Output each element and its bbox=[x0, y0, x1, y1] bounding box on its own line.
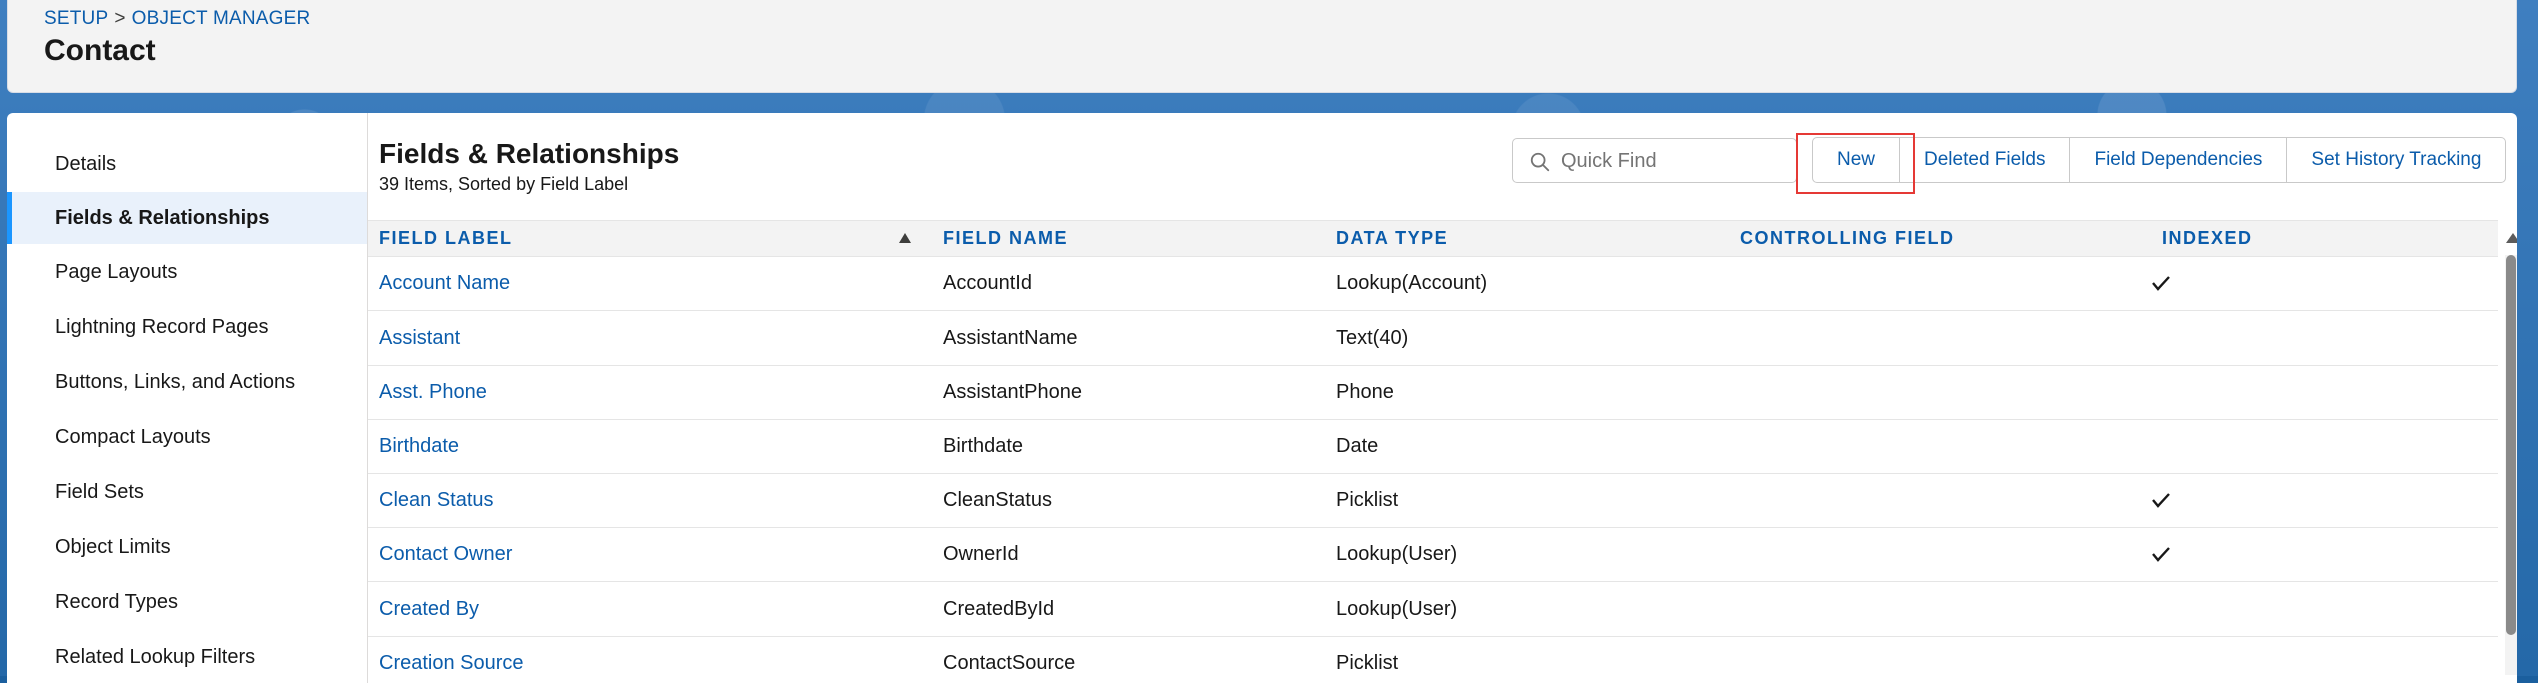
table-header: FIELD LABEL FIELD NAME DATA TYPE CONTROL… bbox=[368, 220, 2498, 257]
table-row: Birthdate Birthdate Date bbox=[368, 419, 2498, 474]
sidebar-item-related-lookup-filters[interactable]: Related Lookup Filters bbox=[7, 631, 367, 683]
table-row: Assistant AssistantName Text(40) bbox=[368, 311, 2498, 366]
field-label-link[interactable]: Assistant bbox=[379, 311, 460, 365]
data-type: Lookup(User) bbox=[1336, 543, 1458, 565]
table-row: Account Name AccountId Lookup(Account) bbox=[368, 256, 2498, 311]
search-icon bbox=[1530, 152, 1550, 172]
data-type: Date bbox=[1336, 435, 1379, 457]
set-history-tracking-button[interactable]: Set History Tracking bbox=[2286, 137, 2507, 183]
table-row: Clean Status CleanStatus Picklist bbox=[368, 473, 2498, 528]
vertical-scrollbar[interactable] bbox=[2505, 255, 2517, 675]
action-buttons: New Deleted Fields Field Dependencies Se… bbox=[1812, 137, 2507, 183]
sidebar-item-object-limits[interactable]: Object Limits bbox=[7, 521, 367, 573]
page-title: Contact bbox=[44, 34, 156, 67]
sidebar-item-label: Details bbox=[55, 153, 117, 175]
data-type: Lookup(User) bbox=[1336, 598, 1458, 620]
sidebar-item-label: Object Limits bbox=[55, 536, 171, 558]
column-header-indexed[interactable]: INDEXED bbox=[2162, 221, 2253, 256]
field-label-link[interactable]: Asst. Phone bbox=[379, 365, 487, 419]
field-name: OwnerId bbox=[943, 543, 1019, 565]
sidebar-item-field-sets[interactable]: Field Sets bbox=[7, 466, 367, 518]
field-label-link[interactable]: Contact Owner bbox=[379, 527, 512, 581]
sidebar-item-label: Buttons, Links, and Actions bbox=[55, 371, 296, 393]
column-header-field-name[interactable]: FIELD NAME bbox=[943, 221, 1068, 256]
quick-find-input[interactable] bbox=[1559, 139, 1793, 184]
data-type: Phone bbox=[1336, 381, 1394, 403]
sidebar-item-label: Compact Layouts bbox=[55, 426, 211, 448]
field-label-link[interactable]: Clean Status bbox=[379, 473, 494, 527]
breadcrumb-object-manager[interactable]: OBJECT MANAGER bbox=[132, 8, 311, 29]
deleted-fields-button[interactable]: Deleted Fields bbox=[1899, 137, 2071, 183]
field-name: CreatedById bbox=[943, 598, 1055, 620]
table-row: Asst. Phone AssistantPhone Phone bbox=[368, 365, 2498, 420]
sidebar-item-compact-layouts[interactable]: Compact Layouts bbox=[7, 411, 367, 463]
sort-ascending-icon[interactable] bbox=[899, 233, 911, 243]
object-header: SETUP > OBJECT MANAGER Contact bbox=[7, 0, 2517, 93]
checkmark-icon bbox=[2152, 493, 2170, 508]
item-count: 39 Items, Sorted by Field Label bbox=[379, 174, 629, 194]
field-name: AccountId bbox=[943, 272, 1032, 294]
sidebar-item-page-layouts[interactable]: Page Layouts bbox=[7, 246, 367, 298]
sidebar-item-record-types[interactable]: Record Types bbox=[7, 576, 367, 628]
sidebar-item-fields-relationships[interactable]: Fields & Relationships bbox=[7, 192, 367, 244]
field-label-link[interactable]: Created By bbox=[379, 582, 479, 636]
data-type: Lookup(Account) bbox=[1336, 272, 1488, 294]
field-name: AssistantPhone bbox=[943, 381, 1082, 403]
sidebar-item-lightning-record-pages[interactable]: Lightning Record Pages bbox=[7, 301, 367, 353]
breadcrumb-setup[interactable]: SETUP bbox=[44, 8, 108, 29]
fields-content: Fields & Relationships 39 Items, Sorted … bbox=[368, 113, 2517, 683]
section-title: Fields & Relationships bbox=[379, 138, 680, 169]
breadcrumb-separator: > bbox=[114, 8, 126, 29]
sidebar: Details Fields & Relationships Page Layo… bbox=[7, 113, 368, 683]
column-header-controlling-field[interactable]: CONTROLLING FIELD bbox=[1740, 221, 1954, 256]
checkmark-icon bbox=[2152, 547, 2170, 562]
quick-find-box[interactable] bbox=[1512, 138, 1797, 184]
sidebar-item-buttons-links-actions[interactable]: Buttons, Links, and Actions bbox=[7, 356, 367, 408]
table-row: Created By CreatedById Lookup(User) bbox=[368, 582, 2498, 637]
sidebar-item-label: Record Types bbox=[55, 591, 179, 613]
data-type: Text(40) bbox=[1336, 327, 1409, 349]
main-panel: Details Fields & Relationships Page Layo… bbox=[7, 113, 2517, 683]
sidebar-item-label: Page Layouts bbox=[55, 261, 178, 283]
breadcrumb: SETUP > OBJECT MANAGER bbox=[44, 8, 310, 30]
sidebar-item-label: Related Lookup Filters bbox=[55, 646, 256, 668]
column-header-field-label[interactable]: FIELD LABEL bbox=[379, 221, 513, 256]
sidebar-item-details[interactable]: Details bbox=[7, 138, 367, 190]
field-label-link[interactable]: Birthdate bbox=[379, 419, 459, 473]
field-name: AssistantName bbox=[943, 327, 1078, 349]
data-type: Picklist bbox=[1336, 489, 1399, 511]
sidebar-item-label: Lightning Record Pages bbox=[55, 316, 269, 338]
field-label-link[interactable]: Account Name bbox=[379, 256, 510, 310]
checkmark-icon bbox=[2152, 276, 2170, 291]
scrollbar-thumb[interactable] bbox=[2506, 255, 2516, 635]
table-row: Contact Owner OwnerId Lookup(User) bbox=[368, 527, 2498, 582]
new-button[interactable]: New bbox=[1812, 137, 1901, 183]
scroll-up-arrow-icon[interactable] bbox=[2506, 233, 2517, 243]
column-header-data-type[interactable]: DATA TYPE bbox=[1336, 221, 1448, 256]
sidebar-item-label: Field Sets bbox=[55, 481, 144, 503]
field-name: CleanStatus bbox=[943, 489, 1052, 511]
sidebar-item-label: Fields & Relationships bbox=[55, 207, 270, 229]
field-dependencies-button[interactable]: Field Dependencies bbox=[2069, 137, 2288, 183]
field-name: Birthdate bbox=[943, 435, 1024, 457]
